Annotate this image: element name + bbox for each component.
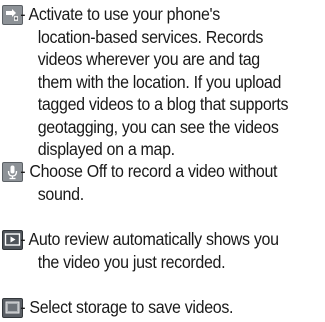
geotag-line-2: location-based services. Records xyxy=(37,26,264,47)
storage-line-1: - Select storage to save videos. xyxy=(20,297,234,317)
microphone-line-2: sound. xyxy=(37,183,84,204)
auto-review-line-1: - Auto review automatically shows you xyxy=(20,229,279,249)
geotag-description: - Activate to use your phone's location-… xyxy=(0,3,293,161)
geotag-line-4: them with the location. If you upload xyxy=(37,71,282,92)
auto-review-description: - Auto review automatically shows you th… xyxy=(0,228,293,273)
geotag-line-1: - Activate to use your phone's xyxy=(20,4,220,24)
geotag-line-7: displayed on a map. xyxy=(37,139,175,159)
settings-description-list: - Activate to use your phone's location-… xyxy=(0,0,325,321)
storage-description: - Select storage to save videos. xyxy=(0,296,293,319)
auto-review-line-2: the video you just recorded. xyxy=(37,251,226,272)
geotag-line-6: geotagging, you can see the videos xyxy=(37,116,279,137)
microphone-line-1: - Choose Off to record a video without xyxy=(20,161,278,181)
geotag-line-3: videos wherever you are and tag xyxy=(37,49,260,69)
microphone-description: - Choose Off to record a video without s… xyxy=(0,160,293,205)
geotag-line-5: tagged videos to a blog that supports xyxy=(37,94,289,114)
